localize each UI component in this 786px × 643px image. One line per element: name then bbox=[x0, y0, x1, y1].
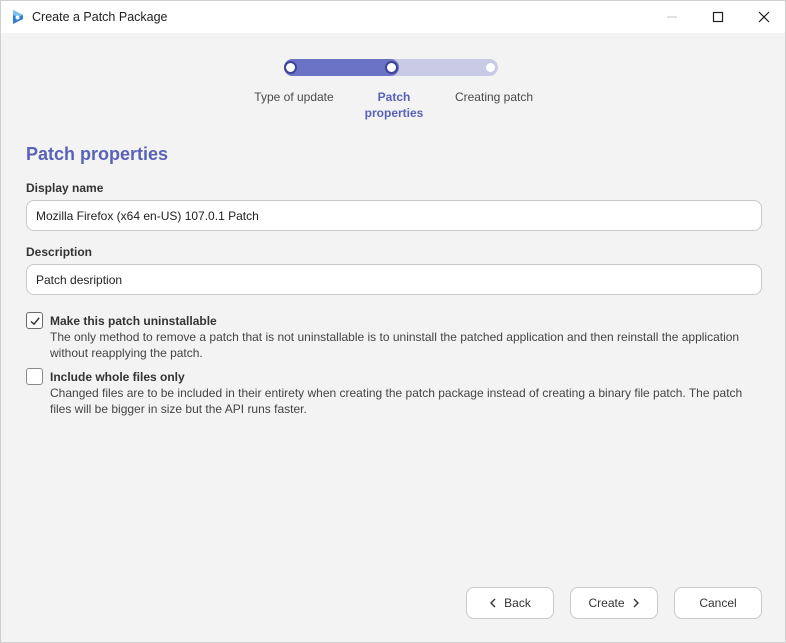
chevron-right-icon bbox=[633, 598, 639, 608]
uninstallable-title: Make this patch uninstallable bbox=[50, 314, 217, 328]
close-button[interactable] bbox=[741, 1, 786, 33]
whole-files-checkbox[interactable] bbox=[26, 368, 43, 385]
uninstallable-description: The only method to remove a patch that i… bbox=[50, 330, 740, 360]
step-dot-creating-patch bbox=[484, 61, 497, 74]
step-label-patch-properties: Patch properties bbox=[364, 90, 424, 120]
display-name-label: Display name bbox=[26, 181, 104, 195]
whole-files-description: Changed files are to be included in thei… bbox=[50, 386, 743, 416]
uninstallable-checkbox[interactable] bbox=[26, 312, 43, 329]
cancel-button-label: Cancel bbox=[699, 596, 737, 610]
create-button[interactable]: Create bbox=[570, 587, 658, 619]
window-title: Create a Patch Package bbox=[32, 10, 168, 24]
checkmark-icon bbox=[29, 316, 40, 325]
step-dot-patch-properties bbox=[385, 61, 398, 74]
minimize-button[interactable] bbox=[649, 1, 695, 33]
title-bar: Create a Patch Package bbox=[1, 1, 785, 33]
display-name-input[interactable] bbox=[26, 200, 762, 231]
app-icon bbox=[10, 9, 26, 25]
create-button-label: Create bbox=[588, 596, 625, 610]
whole-files-title: Include whole files only bbox=[50, 370, 185, 384]
cancel-button[interactable]: Cancel bbox=[674, 587, 762, 619]
close-icon bbox=[758, 11, 770, 23]
description-input[interactable] bbox=[26, 264, 762, 295]
maximize-icon bbox=[712, 11, 724, 23]
step-label-creating-patch: Creating patch bbox=[454, 90, 534, 104]
back-button[interactable]: Back bbox=[466, 587, 554, 619]
page-title: Patch properties bbox=[26, 144, 169, 164]
description-label: Description bbox=[26, 245, 93, 259]
maximize-button[interactable] bbox=[695, 1, 741, 33]
patch-package-window: Create a Patch Package Type of update Pa… bbox=[0, 0, 786, 643]
step-dot-type-of-update bbox=[284, 61, 297, 74]
back-button-label: Back bbox=[504, 596, 531, 610]
chevron-left-icon bbox=[490, 598, 496, 608]
stepper-progress bbox=[284, 59, 399, 76]
minimize-icon bbox=[667, 16, 677, 18]
step-label-type-of-update: Type of update bbox=[254, 90, 334, 104]
